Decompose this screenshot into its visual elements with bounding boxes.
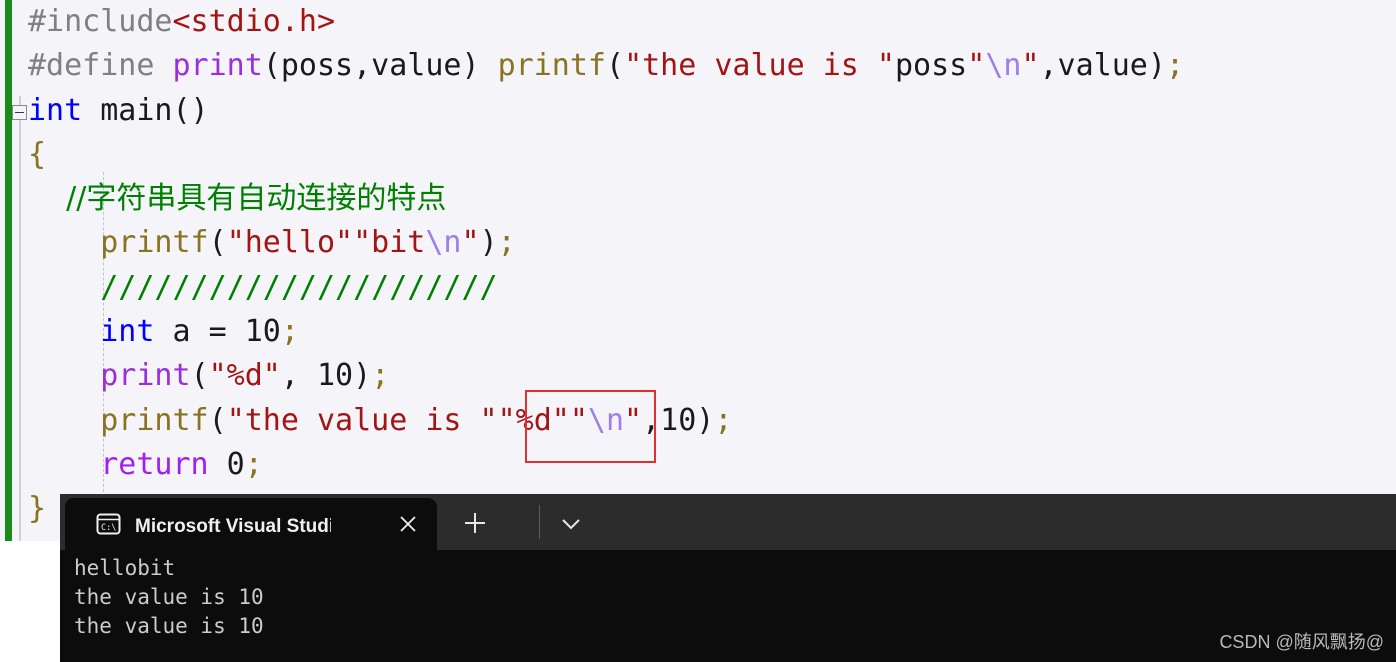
code-token: " [624,402,643,438]
line-printf-hello: printf("hello""bit\n"); [0,221,1396,265]
toolbar-divider [539,505,540,539]
code-token: printf [100,225,209,261]
new-terminal-tab-button[interactable] [456,504,494,542]
code-token: "the value is ""%d"" [226,402,588,438]
line-return: return 0; [0,443,1396,487]
code-token: 0 [208,446,245,482]
code-token: poss [895,48,968,84]
code-token: printf [100,402,209,438]
code-token: ; [497,225,516,261]
line-comment-slashes: ////////////////////// [0,266,1396,310]
code-token: ) [479,225,498,261]
line-comment-cjk: //字符串具有自动连接的特点 [0,177,1396,221]
code-token: #include [28,4,173,39]
screenshot-root: #include<stdio.h> #define print(poss,valu… [0,0,1396,662]
line-print-macro-call: print("%d", 10); [0,354,1396,398]
line-open-brace: { [0,133,1396,177]
line-main: int main() [0,89,1396,133]
code-token: ; [714,402,733,438]
code-token: \n [985,48,1022,84]
code-token: ( [208,402,227,438]
code-token: printf [497,48,606,84]
code-token: main() [82,92,209,128]
terminal-panel[interactable]: C:\ Microsoft Visual Studio 调试挃 [60,494,1396,662]
code-token: ; [244,446,263,482]
code-token: <stdio.h> [172,4,336,39]
code-token: return [100,446,209,482]
code-token: print [100,358,191,394]
code-token: 10 [244,314,281,350]
code-token: "hello""bit [226,225,426,261]
code-text[interactable]: #include<stdio.h> #define print(poss,valu… [0,0,1396,532]
terminal-tab-title: Microsoft Visual Studio 调试挃 [135,515,331,537]
close-icon[interactable] [395,511,421,537]
line-int-a: int a = 10; [0,310,1396,354]
code-token: "the value is " [624,48,895,84]
terminal-output-text: hellobit the value is 10 the value is 10 [74,556,264,638]
line-printf-value: printf("the value is ""%d""\n",10); [0,399,1396,443]
code-token: ( [208,225,227,261]
terminal-tab-bar: C:\ Microsoft Visual Studio 调试挃 [60,494,1396,550]
code-token: ,value) [1039,48,1166,84]
svg-text:C:\: C:\ [101,523,116,533]
csdn-watermark: CSDN @随风飘扬@ [1219,632,1384,652]
code-token: ( [606,48,625,84]
line-include: #include<stdio.h> [0,0,1396,44]
code-token: ////////////////////// [28,269,498,305]
code-token: (poss,value) [262,48,498,84]
code-token: print [172,48,263,84]
code-token: "%d" [208,358,281,394]
line-define: #define print(poss,value) printf("the va… [0,44,1396,88]
console-icon: C:\ [96,513,121,535]
code-token: " [967,48,986,84]
code-token: ; [1165,48,1184,84]
code-editor[interactable]: #include<stdio.h> #define print(poss,valu… [0,0,1396,541]
chevron-down-icon[interactable] [552,504,590,542]
code-token: , 10) [280,358,372,394]
code-token: a = [154,314,245,350]
code-token: \n [425,225,462,261]
code-token: ; [280,314,299,350]
code-token: int [100,314,155,350]
code-token: ; [371,358,390,394]
code-token: ( [190,358,209,394]
code-token: { [28,136,47,172]
code-token: \n [587,402,625,438]
terminal-tab-active[interactable]: C:\ Microsoft Visual Studio 调试挃 [65,498,437,550]
code-token: //字符串具有自动连接的特点 [28,181,447,217]
code-token: " [1021,48,1040,84]
code-token: } [28,491,47,527]
code-token: " [461,225,480,261]
code-token: ,10) [642,402,715,438]
code-token: int [28,92,83,128]
code-token: #define [28,48,173,84]
